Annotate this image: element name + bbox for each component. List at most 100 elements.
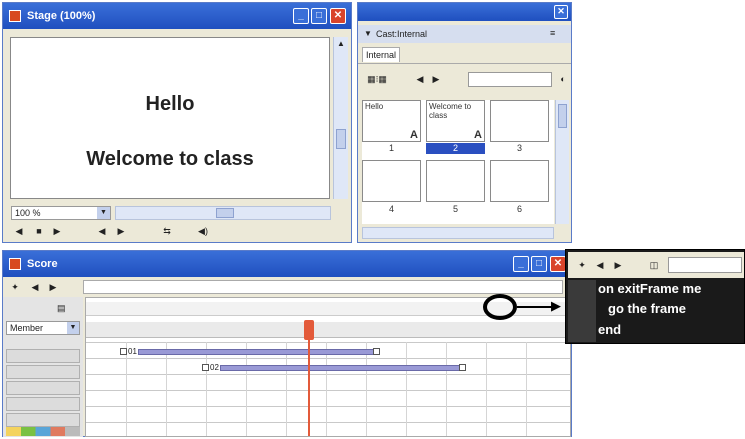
tab-internal[interactable]: Internal [362, 47, 400, 62]
cast-member-text: Welcome to class [429, 102, 472, 120]
sprite-channel-1[interactable] [6, 349, 80, 363]
cast-member-3[interactable] [490, 100, 549, 142]
stage-titlebar[interactable]: Stage (100%) _ □ ✕ [3, 3, 351, 29]
cast-member-1[interactable]: Hello A [362, 100, 421, 142]
text-cast-icon: A [474, 129, 482, 141]
disclosure-triangle-icon[interactable]: ▼ [364, 29, 372, 38]
stage-title: Stage (100%) [27, 10, 96, 22]
script-channel-icon[interactable]: ▤ [57, 303, 66, 314]
score-toggle-icon[interactable]: ✦ [7, 280, 23, 294]
script-toggle-icon[interactable]: ✦ [574, 258, 590, 272]
sprite-1-number: 01 [128, 347, 137, 356]
previous-member-icon[interactable]: ◀ [412, 72, 428, 86]
scroll-up-arrow-icon[interactable]: ▲ [337, 39, 345, 48]
script-line-3[interactable]: end [598, 320, 621, 339]
sprite-channel-3[interactable] [6, 381, 80, 395]
stop-icon[interactable]: ■ [31, 224, 47, 238]
script-line-1[interactable]: on exitFrame me [598, 279, 701, 298]
cast-close-button[interactable]: ✕ [554, 5, 568, 19]
rewind-icon[interactable]: ◀ [11, 224, 27, 238]
step-forward-icon[interactable]: ▶ [113, 224, 129, 238]
previous-icon[interactable]: ◀ [592, 258, 608, 272]
close-button[interactable]: ✕ [550, 256, 566, 272]
playhead-marker[interactable] [304, 320, 314, 340]
control-strip: ◀ ■ ▶ ◀ ▶ ⇆ ◀) [9, 224, 339, 240]
minimize-button[interactable]: _ [513, 256, 529, 272]
script-cast-icon[interactable]: ◫ [646, 258, 662, 272]
color-palette-strip[interactable] [6, 427, 80, 436]
cast-horizontal-scrollbar[interactable] [362, 227, 554, 239]
channel-column: ▤ Member ▼ [3, 297, 83, 437]
sprite-name-field[interactable] [83, 280, 563, 294]
display-mode-dropdown[interactable]: Member ▼ [6, 321, 80, 335]
chevron-down-icon[interactable]: ▼ [97, 207, 110, 219]
sprite-end-keyframe[interactable] [459, 364, 466, 371]
cast-toolbar: ▦⁝▦ ◀ ▶ ◐ [358, 63, 571, 93]
stage-text-hello[interactable]: Hello [11, 93, 329, 116]
stage-text-welcome[interactable]: Welcome to class [11, 148, 329, 171]
stage-app-icon [9, 10, 21, 22]
next-member-icon[interactable]: ▶ [428, 72, 444, 86]
step-back-icon[interactable]: ◀ [94, 224, 110, 238]
member-name-field[interactable] [468, 72, 552, 87]
stage-vertical-scrollbar[interactable]: ▲ [333, 37, 348, 199]
cast-member-6[interactable] [490, 160, 549, 202]
cast-member-5[interactable] [426, 160, 485, 202]
script-toolbar: ✦ ◀ ▶ ◫ [568, 252, 744, 278]
view-style-icon[interactable]: ▦⁝▦ [362, 72, 392, 86]
cast-member-2[interactable]: Welcome to class A [426, 100, 485, 142]
sprite-channel-4[interactable] [6, 397, 80, 411]
script-line-2[interactable]: go the frame [608, 299, 686, 318]
zoom-select[interactable]: 100 % ▼ [11, 206, 111, 220]
maximize-button[interactable]: □ [531, 256, 547, 272]
sprite-end-keyframe[interactable] [373, 348, 380, 355]
playhead-line [308, 338, 310, 436]
options-icon[interactable]: ≡ [550, 28, 555, 38]
frame-ruler[interactable] [86, 322, 570, 338]
volume-icon[interactable]: ◀) [195, 224, 211, 238]
arrow-right-icon: ▶ [551, 298, 561, 313]
next-icon[interactable]: ▶ [610, 258, 626, 272]
next-sprite-icon[interactable]: ▶ [45, 280, 61, 294]
score-app-icon [9, 258, 21, 270]
cast-number-selected: 2 [426, 143, 485, 154]
scroll-thumb[interactable] [558, 104, 567, 128]
zoom-value: 100 % [15, 208, 41, 218]
sprite-span-2[interactable] [220, 365, 460, 371]
play-icon[interactable]: ▶ [49, 224, 65, 238]
sprite-channel-2[interactable] [6, 365, 80, 379]
cast-info-icon[interactable]: ◐ [555, 72, 571, 86]
cast-vertical-scrollbar[interactable] [555, 100, 569, 224]
maximize-button[interactable]: □ [311, 8, 327, 24]
score-window: Score _ □ ✕ ✦ ◀ ▶ ▤ Member ▼ 01 02 [2, 250, 572, 437]
cast-title: Cast:Internal [376, 29, 428, 39]
sprite-start-keyframe[interactable] [120, 348, 127, 355]
score-titlebar[interactable]: Score _ □ ✕ [3, 251, 571, 277]
loop-icon[interactable]: ⇆ [159, 224, 175, 238]
scroll-thumb[interactable] [336, 129, 346, 149]
cast-grid: Hello A Welcome to class A 1 2 3 4 5 6 [362, 100, 554, 224]
stage-horizontal-scrollbar[interactable] [115, 206, 331, 220]
tab-internal-label: Internal [366, 50, 397, 60]
display-mode-value: Member [10, 323, 44, 333]
score-title: Score [27, 258, 58, 270]
cast-number: 4 [388, 204, 394, 214]
chevron-down-icon[interactable]: ▼ [67, 322, 79, 334]
close-button[interactable]: ✕ [330, 8, 346, 24]
previous-sprite-icon[interactable]: ◀ [27, 280, 43, 294]
cast-window: ✕ ▼ Cast:Internal ≡ Internal ▦⁝▦ ◀ ▶ ◐ H… [357, 2, 572, 243]
sprite-channel-5[interactable] [6, 413, 80, 427]
cast-member-4[interactable] [362, 160, 421, 202]
scroll-thumb[interactable] [216, 208, 234, 218]
text-cast-icon: A [410, 129, 418, 141]
script-name-field[interactable] [668, 257, 742, 273]
script-line-2-text: go the frame [608, 301, 687, 316]
sprite-span-1[interactable] [138, 349, 374, 355]
cast-number: 5 [452, 204, 458, 214]
stage-canvas[interactable]: Hello Welcome to class [10, 37, 330, 199]
sprite-start-keyframe[interactable] [202, 364, 209, 371]
minimize-button[interactable]: _ [293, 8, 309, 24]
cast-header[interactable]: ▼ Cast:Internal ≡ [358, 25, 571, 43]
script-gutter [568, 280, 596, 342]
cast-number: 3 [516, 143, 522, 153]
